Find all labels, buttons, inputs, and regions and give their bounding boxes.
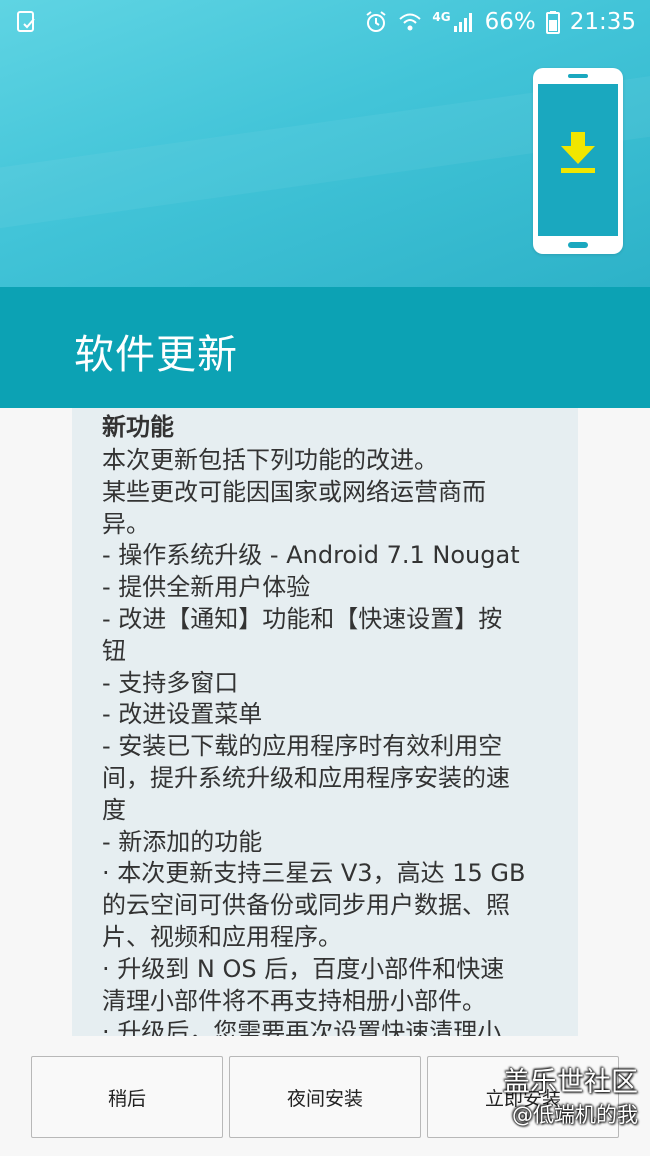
screenshot-icon <box>17 11 35 32</box>
note-line: 的云空间可供备份或同步用户数据、照 <box>102 891 510 920</box>
phone-download-icon <box>533 68 623 254</box>
watermark-line1: 盖乐世社区 <box>503 1067 638 1098</box>
battery-icon <box>545 11 560 34</box>
note-line: - 改进【通知】功能和【快速设置】按 <box>102 604 503 633</box>
status-bar: 4G 66% 21:35 <box>0 0 650 44</box>
note-line: - 支持多窗口 <box>102 668 239 697</box>
later-button[interactable]: 稍后 <box>31 1056 223 1138</box>
note-line: · 升级后，您需要再次设置快速清理小 <box>102 1018 502 1036</box>
note-line: - 新添加的功能 <box>102 827 263 856</box>
note-line: 本次更新包括下列功能的改进。 <box>102 446 438 474</box>
alarm-icon <box>366 11 386 32</box>
install-overnight-button[interactable]: 夜间安装 <box>229 1056 421 1138</box>
note-line: - 安装已下载的应用程序时有效利用空 <box>102 732 503 761</box>
download-arrow-icon <box>561 132 595 173</box>
status-left <box>16 10 38 34</box>
clock: 21:35 <box>569 9 636 35</box>
phone-home-button <box>568 242 588 248</box>
note-line: 度 <box>102 795 126 824</box>
status-right: 4G 66% 21:35 <box>364 9 636 35</box>
note-line: 间，提升系统升级和应用程序安装的速 <box>102 763 510 792</box>
watermark: 盖乐世社区 @低端机的我 <box>503 1066 638 1130</box>
note-line: 异。 <box>102 509 150 538</box>
page-title: 软件更新 <box>74 332 238 378</box>
note-line: · 升级到 N OS 后，百度小部件和快速 <box>102 954 505 983</box>
watermark-line2: @低端机的我 <box>512 1103 638 1127</box>
note-line: 清理小部件将不再支持相册小部件。 <box>102 986 486 1015</box>
note-line: · 本次更新支持三星云 V3，高达 15 GB <box>102 859 526 888</box>
note-line: - 提供全新用户体验 <box>102 573 311 602</box>
note-line: - 改进设置菜单 <box>102 700 263 729</box>
notes-heading: 新功能 <box>102 413 174 441</box>
note-line: - 操作系统升级 - Android 7.1 Nougat <box>102 541 520 570</box>
note-line: 某些更改可能因国家或网络运营商而 <box>102 477 486 506</box>
phone-speaker <box>568 74 588 78</box>
network-type: 4G <box>432 10 451 24</box>
battery-percent: 66% <box>484 9 536 35</box>
wifi-icon <box>399 13 422 31</box>
signal-icon <box>453 13 472 32</box>
release-notes[interactable]: 新功能 本次更新包括下列功能的改进。 某些更改可能因国家或网络运营商而 异。 -… <box>72 408 578 1036</box>
note-line: 片、视频和应用程序。 <box>102 922 342 951</box>
phone-screen <box>538 84 618 236</box>
note-line: 钮 <box>102 636 126 665</box>
